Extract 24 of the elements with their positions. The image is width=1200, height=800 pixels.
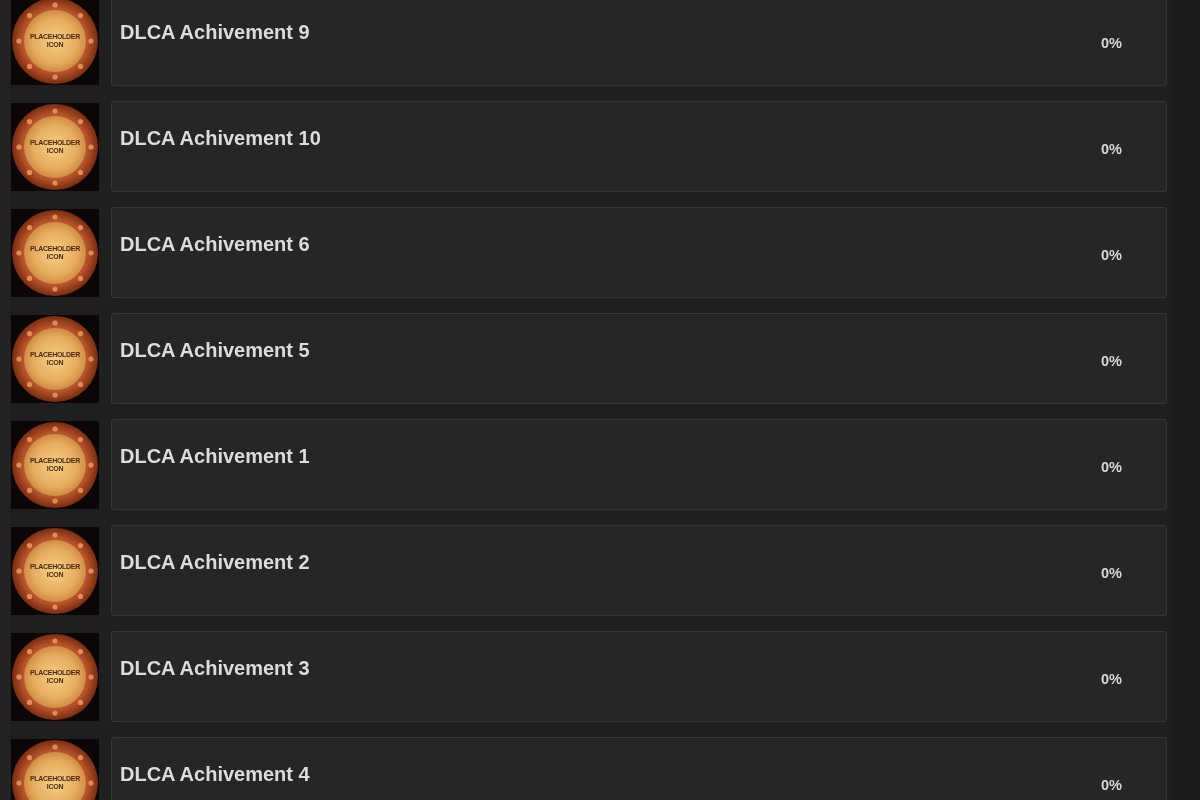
achievement-title: DLCA Achivement 5 [120, 338, 310, 362]
achievement-title: DLCA Achivement 6 [120, 232, 310, 256]
medallion-icon [11, 314, 99, 403]
medallion-icon [11, 420, 99, 509]
progress-percent: 0% [1101, 458, 1122, 476]
achievement-title: DLCA Achivement 9 [120, 20, 310, 44]
medallion-icon [11, 738, 99, 800]
achievement-title: DLCA Achivement 2 [120, 550, 310, 574]
progress-percent: 0% [1101, 352, 1122, 370]
medallion-icon [11, 0, 99, 85]
achievement-title: DLCA Achivement 10 [120, 126, 321, 150]
medallion-icon [11, 526, 99, 615]
progress-percent: 0% [1101, 670, 1122, 688]
medallion-icon [11, 208, 99, 297]
progress-percent: 0% [1101, 564, 1122, 582]
achievement-title: DLCA Achivement 3 [120, 656, 310, 680]
medallion-icon [11, 632, 99, 721]
progress-percent: 0% [1101, 246, 1122, 264]
progress-percent: 0% [1101, 34, 1122, 52]
progress-percent: 0% [1101, 776, 1122, 794]
medallion-icon [11, 102, 99, 191]
progress-percent: 0% [1101, 140, 1122, 158]
achievement-title: DLCA Achivement 4 [120, 762, 310, 786]
achievement-title: DLCA Achivement 1 [120, 444, 310, 468]
